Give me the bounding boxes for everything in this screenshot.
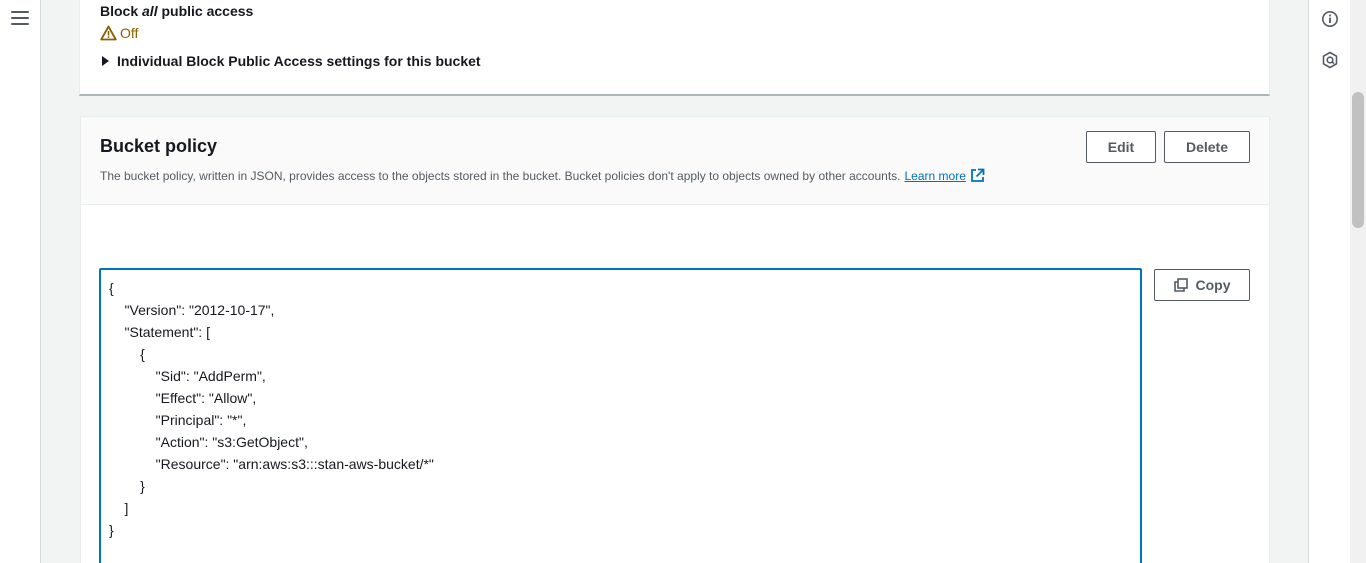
policy-line: } — [109, 522, 114, 538]
caret-right-icon — [102, 56, 109, 66]
policy-line: "Resource": "arn:aws:s3:::stan-aws-bucke… — [109, 456, 434, 472]
policy-line: ] — [109, 500, 129, 516]
expander-label: Individual Block Public Access settings … — [117, 53, 481, 69]
policy-line: "Statement": [ — [109, 324, 210, 340]
left-navigation-rail — [0, 0, 41, 563]
right-tools-rail — [1308, 0, 1350, 563]
policy-line: "Sid": "AddPerm", — [109, 368, 266, 384]
block-public-access-panel: Block all public access Off Individual B… — [79, 0, 1270, 96]
policy-line: } — [109, 478, 145, 494]
policy-line: "Effect": "Allow", — [109, 390, 257, 406]
policy-json-content: { "Version": "2012-10-17", "Statement": … — [109, 277, 1140, 541]
copy-icon — [1173, 278, 1188, 292]
scrollbar-thumb[interactable] — [1352, 92, 1364, 228]
bucket-policy-header: Bucket policy The bucket policy, written… — [81, 117, 1269, 205]
bucket-policy-panel: Bucket policy The bucket policy, written… — [80, 116, 1270, 563]
bucket-policy-title: Bucket policy — [100, 136, 218, 156]
copy-label: Copy — [1195, 277, 1231, 293]
block-public-access-title: Block all public access — [100, 3, 254, 19]
bucket-policy-description: The bucket policy, written in JSON, prov… — [100, 168, 985, 183]
page-scrollbar[interactable] — [1350, 0, 1366, 563]
learn-more-link[interactable]: Learn more — [905, 169, 966, 183]
policy-line: "Action": "s3:GetObject", — [109, 434, 308, 450]
edit-button[interactable]: Edit — [1086, 131, 1156, 163]
copy-button[interactable]: Copy — [1154, 269, 1250, 301]
policy-line: "Version": "2012-10-17", — [109, 302, 275, 318]
status-text: Off — [120, 25, 139, 41]
hamburger-menu-icon[interactable] — [11, 11, 29, 27]
hexagon-feedback-icon[interactable] — [1321, 51, 1339, 69]
external-link-icon[interactable] — [970, 168, 985, 183]
block-public-access-status: Off — [100, 25, 138, 41]
policy-line: { — [109, 346, 145, 362]
policy-line: { — [109, 280, 114, 296]
policy-line: "Principal": "*", — [109, 412, 247, 428]
warning-triangle-icon — [100, 25, 117, 41]
individual-settings-expander[interactable]: Individual Block Public Access settings … — [102, 53, 481, 69]
info-circle-icon[interactable] — [1321, 10, 1339, 28]
policy-json-editor[interactable]: { "Version": "2012-10-17", "Statement": … — [99, 268, 1142, 563]
delete-button[interactable]: Delete — [1164, 131, 1250, 163]
